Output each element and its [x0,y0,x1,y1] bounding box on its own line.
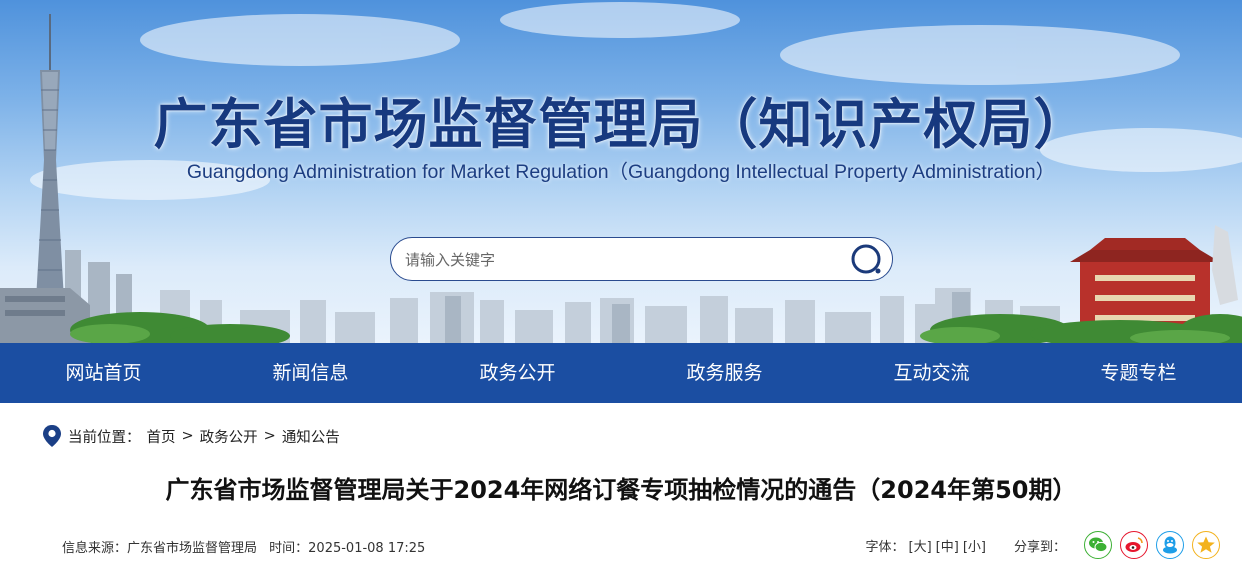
breadcrumb-separator: > [263,428,276,444]
share-qzone-button[interactable] [1192,531,1220,559]
breadcrumb: 当前位置： 首页 > 政务公开 > 通知公告 [42,424,340,448]
article-time: 时间：2025-01-08 17:25 [269,541,426,556]
site-title-english: Guangdong Administration for Market Regu… [186,161,1056,183]
article-title: 广东省市场监督管理局关于2024年网络订餐专项抽检情况的通告（2024年第50期… [165,476,1077,504]
main-nav: 网站首页 新闻信息 政务公开 政务服务 互动交流 专题专栏 [0,343,1242,403]
qq-icon [1163,536,1177,554]
article-source: 信息来源：广东省市场监督管理局 [62,541,258,556]
header-banner: 广东省市场监督管理局（知识产权局） Guangdong Administrati… [0,0,1242,343]
breadcrumb-label: 当前位置： [68,429,141,446]
share-label: 分享到： [1013,539,1066,555]
wechat-icon [1089,537,1108,553]
nav-item-news[interactable]: 新闻信息 [207,343,414,403]
nav-item-government-info[interactable]: 政务公开 [414,343,621,403]
search-bar [390,237,893,281]
share-wechat-button[interactable] [1084,531,1112,559]
nav-item-government-services[interactable]: 政务服务 [621,343,828,403]
nav-item-special-topics[interactable]: 专题专栏 [1035,343,1242,403]
nav-item-interaction[interactable]: 互动交流 [828,343,1035,403]
search-icon [851,244,881,274]
font-size-small-button[interactable]: [小] [963,536,986,555]
nav-item-home[interactable]: 网站首页 [0,343,207,403]
share-qq-button[interactable] [1156,531,1184,559]
font-size-label: 字体： [865,539,905,555]
article-meta: 信息来源：广东省市场监督管理局 时间：2025-01-08 17:25 [62,537,433,556]
breadcrumb-separator: > [181,428,194,444]
location-pin-icon [43,425,61,447]
font-size-medium-button[interactable]: [中] [936,536,959,555]
site-title: 广东省市场监督管理局（知识产权局） [153,93,1089,156]
breadcrumb-home[interactable]: 首页 [147,426,176,447]
search-button[interactable] [850,243,884,277]
article-tools: 字体： [大] [中] [小] 分享到： [865,530,1220,560]
qzone-icon [1197,536,1215,553]
search-input[interactable] [405,245,835,275]
weibo-icon [1125,537,1143,552]
font-size-large-button[interactable]: [大] [909,536,932,555]
breadcrumb-government-info[interactable]: 政务公开 [200,426,258,447]
share-weibo-button[interactable] [1120,531,1148,559]
breadcrumb-notices[interactable]: 通知公告 [282,426,340,447]
